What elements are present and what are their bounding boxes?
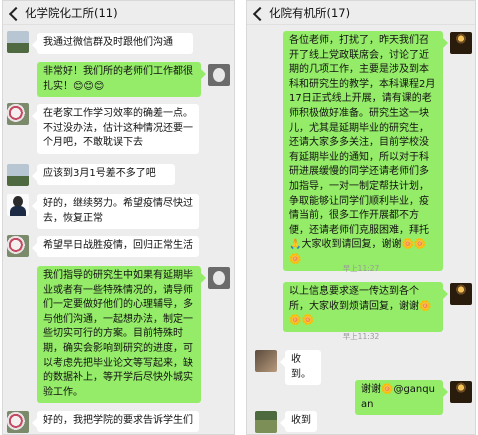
timestamp: 早上11:27	[342, 264, 380, 273]
flower-avatar[interactable]	[7, 411, 29, 433]
message-bubble-outgoing[interactable]: 以上信息要求逐一传达到各个所，大家收到烦请回复，谢谢🌼🌼🌼	[283, 282, 448, 332]
chat-title: 化院有机所(17)	[269, 5, 351, 20]
timestamp: 早上11:32	[342, 332, 380, 341]
chat-header: 化学院化工所(11)	[3, 1, 234, 25]
chat-window-right: 化院有机所(17) 各位老师，打扰了，昨天我们召开了线上党政联席会，讨论了近期的…	[246, 0, 476, 435]
back-arrow-icon[interactable]	[7, 4, 21, 22]
candle-avatar[interactable]	[450, 283, 472, 305]
message-bubble-incoming[interactable]: 希望早日战胜疫情，回归正常生活	[32, 236, 199, 257]
chat-title: 化学院化工所(11)	[25, 5, 118, 20]
back-arrow-icon[interactable]	[251, 4, 265, 22]
sheep-avatar[interactable]	[208, 64, 230, 86]
pet-avatar[interactable]	[255, 350, 277, 372]
message-bubble-incoming[interactable]: 好的，继续努力。希望疫情尽快过去，恢复正常	[32, 194, 199, 230]
sheep-avatar[interactable]	[208, 267, 230, 289]
flower-avatar[interactable]	[7, 235, 29, 257]
message-bubble-outgoing[interactable]: 非常好！我们所的老师们工作都很扎实！😊😊😊	[37, 62, 206, 98]
landscape-avatar[interactable]	[7, 164, 29, 186]
garden-avatar[interactable]	[255, 411, 277, 433]
message-bubble-outgoing[interactable]: 各位老师，打扰了，昨天我们召开了线上党政联席会，讨论了近期的几项工作，主要是涉及…	[283, 31, 448, 271]
man-avatar[interactable]	[7, 194, 29, 216]
message-bubble-outgoing[interactable]: 谢谢🌼@ganquan	[355, 380, 448, 416]
candle-avatar[interactable]	[450, 32, 472, 54]
message-bubble-incoming[interactable]: 好的，我把学院的要求告诉学生们	[32, 411, 199, 432]
message-bubble-incoming[interactable]: 我通过微信群及时跟他们沟通	[32, 33, 193, 54]
chat-window-left: 化学院化工所(11) 我通过微信群及时跟他们沟通 非常好！我们所的老师们工作都很…	[2, 0, 235, 435]
flower-avatar[interactable]	[7, 103, 29, 125]
message-bubble-outgoing[interactable]: 我们指导的研究生中如果有延期毕业或者有一些特殊情况的，请导师们一定要做好他们的心…	[37, 266, 206, 404]
chat-header: 化院有机所(17)	[247, 1, 475, 25]
candle-avatar[interactable]	[450, 381, 472, 403]
message-bubble-incoming[interactable]: 应该到3月1号差不多了吧	[32, 164, 175, 185]
message-bubble-incoming[interactable]: 收到	[280, 411, 317, 432]
message-bubble-incoming[interactable]: 在老家工作学习效率的确差一点。不过没办法，估计这种情况还要一个月吧，不敢耽误下去	[32, 104, 199, 154]
message-bubble-incoming[interactable]: 收到。	[280, 350, 321, 386]
landscape-avatar[interactable]	[7, 31, 29, 53]
